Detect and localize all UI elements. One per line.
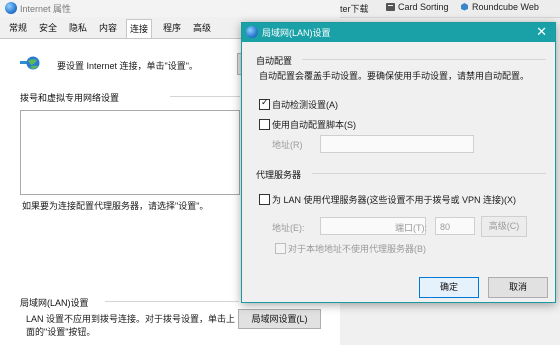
lan-settings-button[interactable]: 局域网设置(L) bbox=[238, 309, 321, 329]
network-globe-icon bbox=[20, 55, 40, 74]
proxy-address-label: 地址(E): bbox=[272, 223, 305, 233]
bypass-local-label[interactable]: 对于本地地址不使用代理服务器(B) bbox=[288, 242, 426, 255]
use-proxy-checkbox[interactable] bbox=[259, 194, 270, 205]
internet-options-icon bbox=[246, 26, 258, 38]
proxy-port-label: 端口(T): bbox=[395, 223, 427, 233]
dialog-titlebar[interactable]: 局域网(LAN)设置 ✕ bbox=[242, 23, 555, 42]
divider bbox=[105, 301, 239, 302]
proxy-port-input[interactable]: 80 bbox=[435, 217, 475, 235]
lan-description-line2: 面的"设置"按钮。 bbox=[26, 327, 96, 337]
roundcube-icon bbox=[460, 2, 469, 13]
bookmarks-bar: ter下载 Card Sorting Roundcube Web bbox=[340, 0, 560, 18]
bookmark-card-sorting[interactable]: Card Sorting bbox=[386, 2, 449, 13]
use-script-checkbox[interactable] bbox=[259, 119, 270, 130]
auto-config-heading: 自动配置 bbox=[256, 56, 293, 66]
card-sorting-icon bbox=[386, 3, 395, 13]
connection-list[interactable] bbox=[20, 110, 240, 195]
tab-general[interactable]: 常规 bbox=[6, 21, 30, 36]
use-script-label[interactable]: 使用自动配置脚本(S) bbox=[272, 118, 356, 131]
dialup-heading: 拨号和虚拟专用网络设置 bbox=[20, 93, 120, 103]
auto-config-description: 自动配置会覆盖手动设置。要确保使用手动设置，请禁用自动配置。 bbox=[259, 71, 530, 81]
use-proxy-label[interactable]: 为 LAN 使用代理服务器(这些设置不用于拨号或 VPN 连接)(X) bbox=[272, 193, 516, 206]
proxy-heading: 代理服务器 bbox=[256, 170, 302, 180]
divider bbox=[312, 173, 546, 174]
lan-settings-dialog: 局域网(LAN)设置 ✕ 自动配置 自动配置会覆盖手动设置。要确保使用手动设置，… bbox=[241, 22, 556, 303]
tab-connections[interactable]: 连接 bbox=[126, 19, 153, 38]
script-address-input[interactable] bbox=[320, 135, 474, 153]
ok-button[interactable]: 确定 bbox=[419, 277, 479, 298]
tab-privacy[interactable]: 隐私 bbox=[66, 21, 90, 36]
divider bbox=[170, 96, 240, 97]
auto-detect-checkbox[interactable]: ✓ bbox=[259, 97, 270, 110]
lan-heading: 局域网(LAN)设置 bbox=[20, 298, 89, 308]
cancel-button[interactable]: 取消 bbox=[488, 277, 548, 298]
tab-security[interactable]: 安全 bbox=[36, 21, 60, 36]
checkmark-icon: ✓ bbox=[261, 97, 269, 107]
lan-description-line1: LAN 设置不应用到拨号连接。对于拨号设置，单击上 bbox=[26, 314, 236, 324]
dialog-title: 局域网(LAN)设置 bbox=[262, 28, 331, 38]
tab-programs[interactable]: 程序 bbox=[160, 21, 184, 36]
script-address-label: 地址(R) bbox=[272, 140, 303, 150]
auto-detect-label[interactable]: 自动检测设置(A) bbox=[272, 98, 338, 111]
advanced-button[interactable]: 高级(C) bbox=[481, 216, 527, 237]
close-icon[interactable]: ✕ bbox=[536, 24, 547, 40]
bypass-local-checkbox[interactable] bbox=[275, 243, 286, 254]
bookmark-item[interactable]: ter下载 bbox=[340, 2, 369, 15]
tab-content[interactable]: 内容 bbox=[96, 21, 120, 36]
internet-options-icon bbox=[5, 2, 17, 14]
tab-advanced[interactable]: 高级 bbox=[190, 21, 214, 36]
window-title: Internet 属性 bbox=[20, 4, 72, 14]
bookmark-roundcube[interactable]: Roundcube Web bbox=[460, 2, 539, 13]
window-titlebar: Internet 属性 bbox=[0, 0, 340, 17]
proxy-hint: 如果要为连接配置代理服务器，请选择"设置"。 bbox=[22, 201, 209, 211]
divider bbox=[302, 59, 546, 60]
setup-instructions: 要设置 Internet 连接，单击"设置"。 bbox=[57, 61, 198, 71]
